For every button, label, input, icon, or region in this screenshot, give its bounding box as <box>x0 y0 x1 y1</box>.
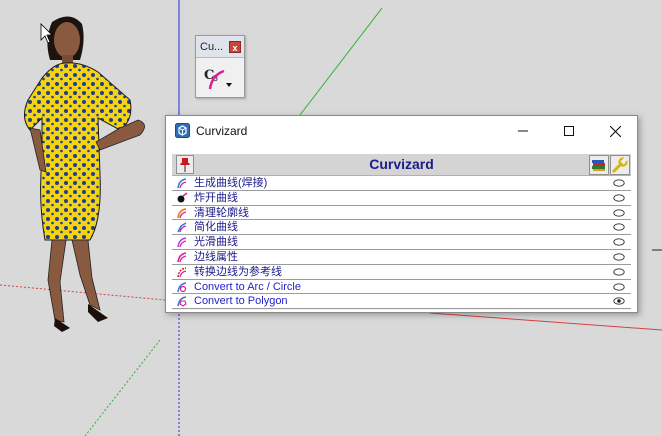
window-titlebar[interactable]: Curvizard <box>166 116 637 146</box>
list-item[interactable]: 生成曲线(焊接) <box>172 176 631 191</box>
window-content: Curvizard 生成曲线(焊接) 炸开曲线 清理轮廓线 简化曲线 光滑曲线 … <box>172 154 631 310</box>
visibility-toggle-icon[interactable] <box>613 194 625 202</box>
curvizard-toolbar[interactable]: Cu... x C 3 <box>195 35 245 98</box>
visibility-toggle-icon[interactable] <box>613 253 625 261</box>
header-title: Curvizard <box>369 156 434 172</box>
minimize-icon <box>518 130 528 132</box>
human-figure <box>24 16 145 332</box>
item-label: 生成曲线(焊接) <box>194 177 268 189</box>
toolbar-close-button[interactable]: x <box>229 41 241 53</box>
item-label: 清理轮廓线 <box>194 206 249 219</box>
item-label: 简化曲线 <box>194 221 238 234</box>
minimize-button[interactable] <box>500 116 546 146</box>
visibility-toggle-icon[interactable] <box>613 208 625 217</box>
green-axis <box>299 7 383 116</box>
wrench-icon <box>612 157 628 173</box>
header-bar: Curvizard <box>172 154 631 176</box>
tool-list: 生成曲线(焊接) 炸开曲线 清理轮廓线 简化曲线 光滑曲线 边线属性 转换边线为… <box>172 176 631 310</box>
clean-outline-icon <box>177 207 187 218</box>
red-axis <box>0 284 166 301</box>
item-label: Convert to Polygon <box>194 295 288 308</box>
item-label: 光滑曲线 <box>194 236 238 249</box>
list-item[interactable]: Convert to Arc / Circle <box>172 279 631 295</box>
sketchup-app-icon <box>175 123 190 138</box>
list-item[interactable]: 清理轮廓线 <box>172 205 631 221</box>
list-item[interactable]: 简化曲线 <box>172 220 631 236</box>
curvizard-tool-button[interactable]: C 3 <box>202 63 236 93</box>
window-title: Curvizard <box>196 124 248 138</box>
help-books-button[interactable] <box>589 155 609 175</box>
convert-to-polygon-icon <box>177 296 187 308</box>
weld-curve-icon <box>177 178 187 189</box>
list-item[interactable]: 边线属性 <box>172 249 631 265</box>
visibility-toggle-icon[interactable] <box>613 268 625 276</box>
close-icon <box>609 125 621 137</box>
item-label: 转换边线为参考线 <box>194 265 282 278</box>
list-item[interactable]: 光滑曲线 <box>172 235 631 250</box>
visibility-toggle-icon[interactable] <box>613 238 625 246</box>
curvizard-window[interactable]: Curvizard Curvizard 生成曲线(焊接) 炸开曲线 清理轮廓线 … <box>165 115 638 313</box>
item-label: Convert to Arc / Circle <box>194 280 301 293</box>
curvizard-tool-icon: C 3 <box>204 68 232 90</box>
visibility-toggle-icon[interactable] <box>613 282 625 291</box>
close-button[interactable] <box>592 116 638 146</box>
visibility-eye-icon[interactable] <box>613 297 625 306</box>
books-icon <box>592 160 605 171</box>
list-item[interactable]: 炸开曲线 <box>172 190 631 206</box>
list-item[interactable]: Convert to Polygon <box>172 294 631 310</box>
convert-to-arc-icon <box>177 281 187 292</box>
maximize-button[interactable] <box>546 116 592 146</box>
edge-properties-icon <box>177 252 187 263</box>
visibility-toggle-icon[interactable] <box>613 179 625 187</box>
smooth-curve-icon <box>177 237 187 248</box>
settings-wrench-button[interactable] <box>610 155 630 175</box>
item-label: 边线属性 <box>194 250 238 263</box>
list-item[interactable]: 转换边线为参考线 <box>172 264 631 280</box>
convert-to-guide-icon <box>177 267 187 277</box>
simplify-curve-icon <box>177 222 187 233</box>
item-label: 炸开曲线 <box>194 191 238 204</box>
maximize-icon <box>564 126 574 136</box>
visibility-toggle-icon[interactable] <box>613 223 625 232</box>
explode-curve-icon <box>177 192 188 203</box>
